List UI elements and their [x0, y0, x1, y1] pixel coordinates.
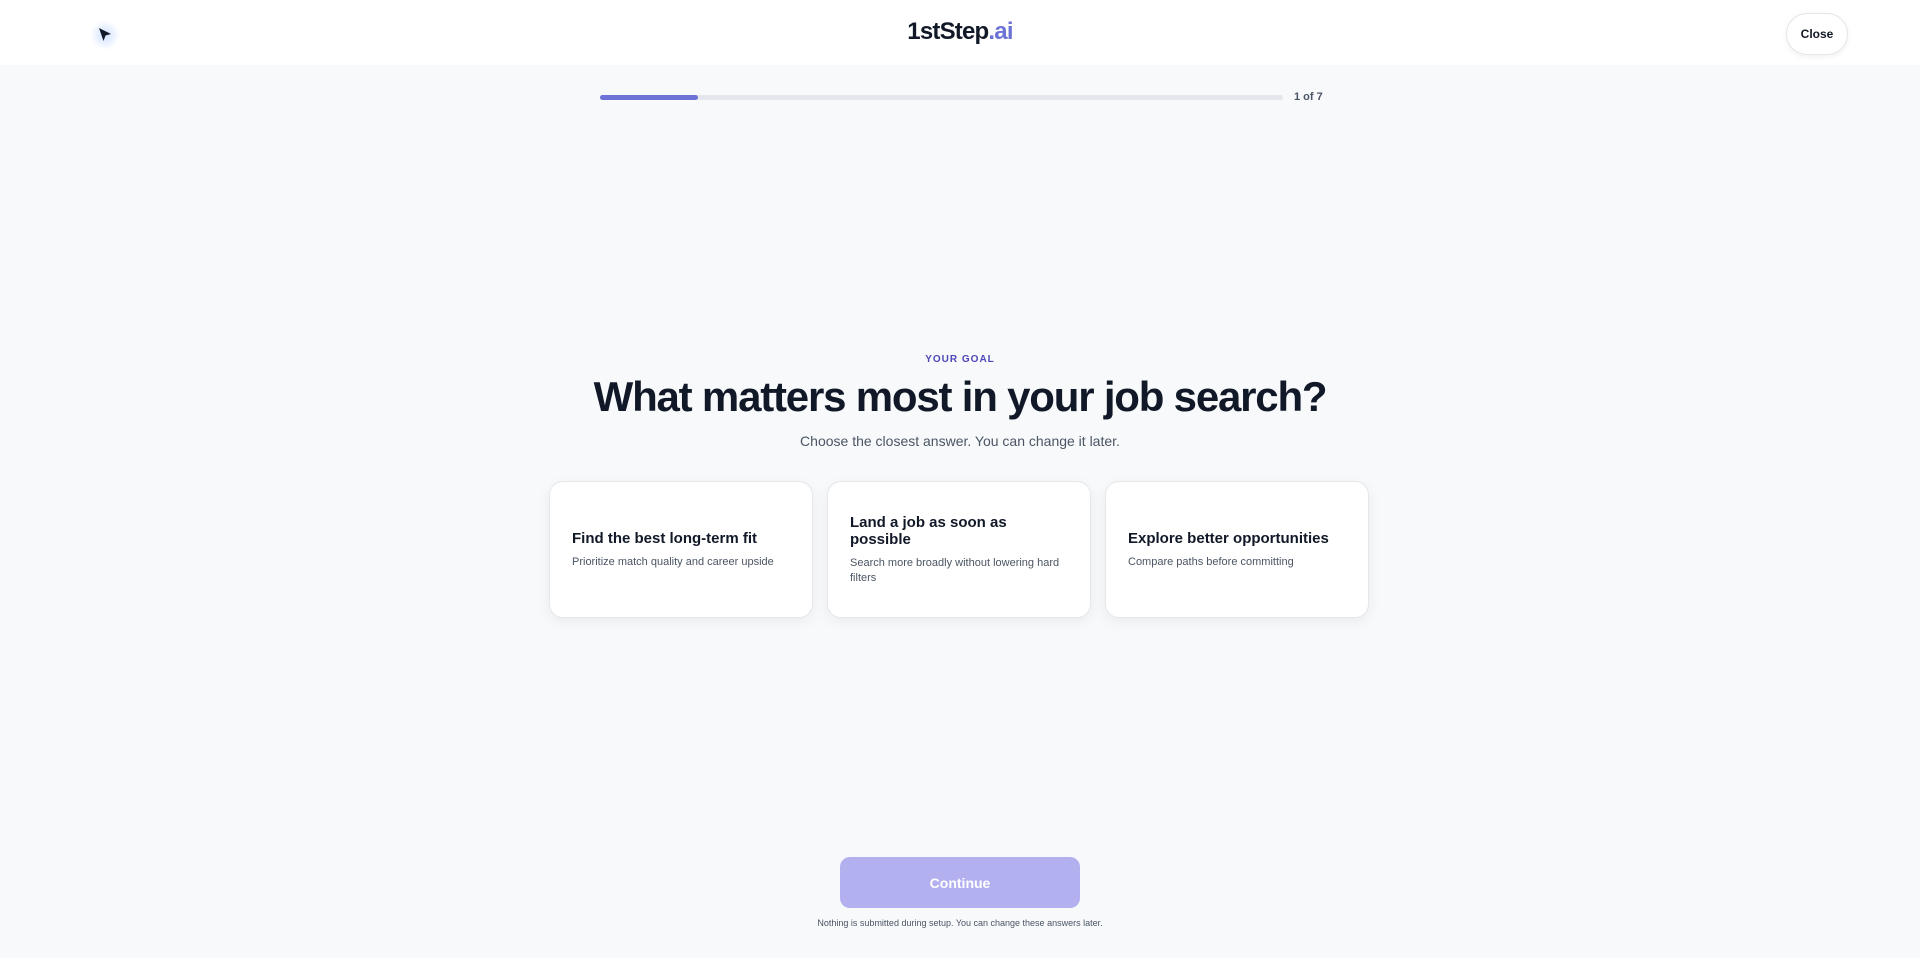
page-subtitle: Choose the closest answer. You can chang… — [800, 433, 1120, 449]
option-title: Find the best long-term fit — [572, 529, 757, 547]
app-logo[interactable]: 1stStep.ai — [0, 18, 1920, 46]
question-eyebrow: YOUR GOAL — [925, 354, 995, 365]
option-card-explore-opportunities[interactable]: Explore better opportunities Compare pat… — [1105, 481, 1369, 618]
option-description: Compare paths before committing — [1128, 555, 1294, 568]
option-description: Search more broadly without lowering har… — [850, 556, 1060, 584]
option-card-land-job-soon[interactable]: Land a job as soon as possible Search mo… — [827, 481, 1091, 618]
option-card-long-term-fit[interactable]: Find the best long-term fit Prioritize m… — [549, 481, 813, 618]
option-title: Land a job as soon as possible — [850, 513, 1007, 548]
continue-button[interactable]: Continue — [840, 857, 1080, 908]
answer-options: Find the best long-term fit Prioritize m… — [549, 481, 1371, 618]
logo-main-text: 1stStep — [907, 18, 989, 45]
setup-footnote: Nothing is submitted during setup. You c… — [817, 918, 1103, 928]
close-button[interactable]: Close — [1786, 13, 1848, 55]
progress-step-label: 1 of 7 — [1294, 91, 1323, 103]
logo-accent-text: .ai — [988, 18, 1013, 45]
page-title: What matters most in your job search? — [593, 373, 1328, 420]
option-title: Explore better opportunities — [1128, 529, 1329, 547]
progress-bar — [600, 95, 1283, 100]
option-description: Prioritize match quality and career upsi… — [572, 555, 774, 568]
top-header: 1stStep.ai Close — [0, 0, 1920, 65]
progress-bar-fill — [600, 95, 698, 100]
